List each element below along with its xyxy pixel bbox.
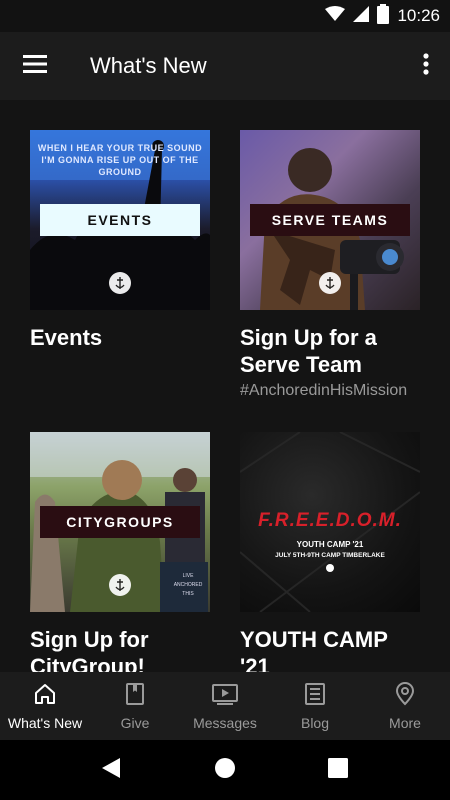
status-bar: 10:26 <box>0 0 450 32</box>
hamburger-menu-icon <box>23 54 47 78</box>
menu-button[interactable] <box>14 46 56 86</box>
poster-line-2: JULY 5TH-9TH CAMP TIMBERLAKE <box>275 552 385 559</box>
card-citygroups[interactable]: LIVE ANCHORED THIS CITYGROUPS Sign Up fo… <box>30 432 210 672</box>
nav-whats-new[interactable]: What's New <box>0 672 90 740</box>
card-serve-teams[interactable]: SERVE TEAMS Sign Up for a Serve Team #An… <box>240 130 420 400</box>
poster-title: F.R.E.E.D.O.M. <box>258 510 402 531</box>
nav-messages[interactable]: Messages <box>180 672 270 740</box>
more-vert-icon <box>423 52 429 80</box>
card-events[interactable]: WHEN I HEAR YOUR TRUE SOUND I'M GONNA RI… <box>30 130 210 351</box>
card-youth-camp[interactable]: F.R.E.E.D.O.M. YOUTH CAMP '21 JULY 5TH-9… <box>240 432 420 672</box>
system-navigation-bar <box>0 740 450 800</box>
youth-camp-image: F.R.E.E.D.O.M. YOUTH CAMP '21 JULY 5TH-9… <box>240 432 420 612</box>
status-time: 10:26 <box>397 6 440 25</box>
stage-banner-text: WHEN I HEAR YOUR TRUE SOUND I'M GONNA RI… <box>37 143 203 177</box>
home-icon <box>33 682 57 711</box>
location-pin-icon <box>393 681 417 711</box>
nav-label: Messages <box>193 714 257 731</box>
citygroups-image: LIVE ANCHORED THIS CITYGROUPS <box>30 432 210 612</box>
card-title: Sign Up for CityGroup! <box>30 627 149 672</box>
home-button[interactable] <box>213 757 237 784</box>
events-badge: EVENTS <box>40 204 200 236</box>
serve-teams-badge: SERVE TEAMS <box>250 204 410 236</box>
anchor-logo-icon <box>109 272 131 294</box>
anchor-logo-icon <box>319 272 341 294</box>
recents-icon <box>328 757 348 783</box>
battery-icon <box>377 3 390 29</box>
events-image: WHEN I HEAR YOUR TRUE SOUND I'M GONNA RI… <box>30 130 210 310</box>
app-bar: What's New <box>0 32 450 100</box>
back-button[interactable] <box>99 757 123 784</box>
nav-label: Give <box>120 714 150 731</box>
card-title: Sign Up for a Serve Team <box>240 325 377 377</box>
anchor-logo-icon <box>109 574 131 596</box>
nav-label: More <box>389 714 421 731</box>
status-icons: 10:26 <box>325 0 440 32</box>
article-icon <box>303 682 327 711</box>
card-subtitle: #AnchoredinHisMission <box>240 382 408 399</box>
citygroups-badge: CITYGROUPS <box>40 506 200 538</box>
bottom-navigation: What's New Give Messages Blog More <box>0 672 450 740</box>
more-options-button[interactable] <box>414 46 438 86</box>
nav-blog[interactable]: Blog <box>270 672 360 740</box>
recents-button[interactable] <box>326 757 350 783</box>
nav-label: What's New <box>7 714 83 731</box>
content-grid: WHEN I HEAR YOUR TRUE SOUND I'M GONNA RI… <box>0 100 450 672</box>
nav-label: Blog <box>300 714 330 731</box>
cell-signal-icon <box>353 5 370 27</box>
video-play-icon <box>211 682 239 711</box>
wifi-icon <box>325 5 346 27</box>
book-icon <box>123 682 147 711</box>
home-circle-icon <box>214 757 236 784</box>
page-title: What's New <box>90 53 207 78</box>
poster-line-1: YOUTH CAMP '21 <box>296 540 364 549</box>
serve-teams-image: SERVE TEAMS <box>240 130 420 310</box>
card-title: YOUTH CAMP '21 <box>240 627 388 672</box>
card-title: Events <box>30 325 103 350</box>
nav-more[interactable]: More <box>360 672 450 740</box>
back-icon <box>100 757 122 784</box>
sign-text: LIVE ANCHORED THIS <box>173 573 203 597</box>
nav-give[interactable]: Give <box>90 672 180 740</box>
poster-logo-icon <box>326 564 334 572</box>
